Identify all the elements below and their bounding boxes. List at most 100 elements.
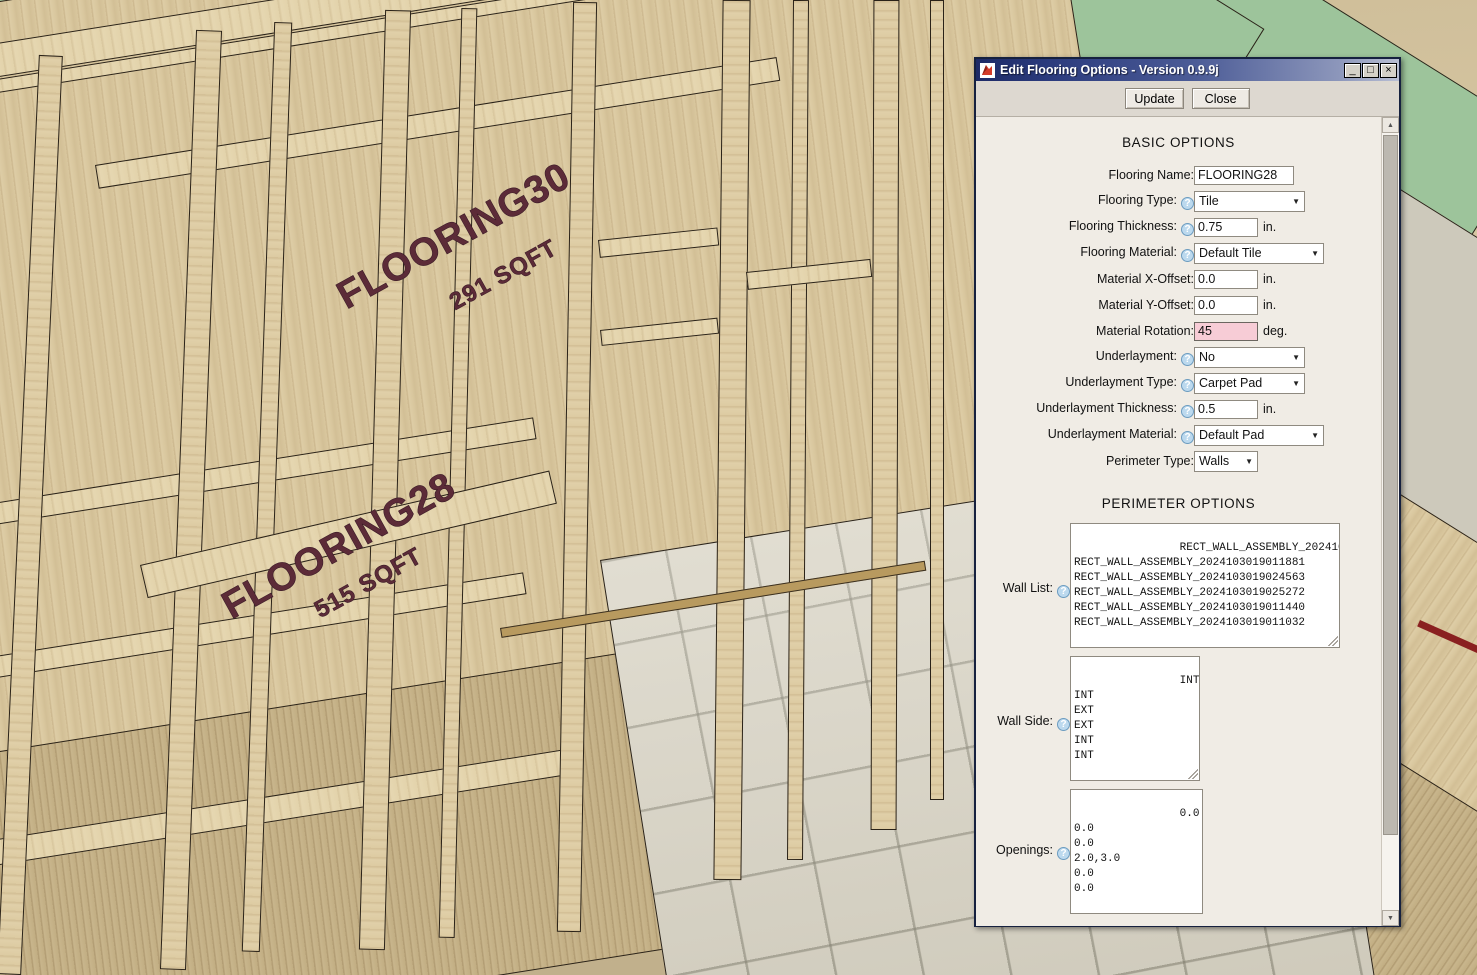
underlayment-material-label: Underlayment Material: <box>1047 426 1177 441</box>
wall-side-textarea[interactable]: INT INT EXT EXT INT INT <box>1070 656 1200 781</box>
perimeter-options-heading: PERIMETER OPTIONS <box>1101 496 1256 511</box>
help-icon[interactable]: ? <box>1181 196 1194 210</box>
help-icon[interactable]: ? <box>1057 718 1070 731</box>
field-row-flooring-thickness: Flooring Thickness:? in. <box>976 214 1381 240</box>
dialog-titlebar[interactable]: Edit Flooring Options - Version 0.9.9j _… <box>976 59 1399 81</box>
basic-options-heading: BASIC OPTIONS <box>1122 135 1235 150</box>
chevron-down-icon: ▼ <box>1292 352 1300 362</box>
underlayment-label: Underlayment: <box>1095 348 1177 363</box>
underlayment-type-label: Underlayment Type: <box>1065 374 1177 389</box>
field-row-underlayment-material: Underlayment Material:? Default Pad ▼ <box>976 422 1381 448</box>
chevron-down-icon: ▼ <box>1292 378 1300 388</box>
perimeter-type-select[interactable]: Walls ▼ <box>1194 450 1258 472</box>
material-y-offset-unit: in. <box>1263 298 1277 312</box>
flooring-type-label: Flooring Type: <box>1098 192 1177 207</box>
underlayment-type-select[interactable]: Carpet Pad ▼ <box>1194 372 1305 394</box>
flooring-thickness-unit: in. <box>1263 220 1277 234</box>
field-row-flooring-name: Flooring Name: <box>976 162 1381 188</box>
underlayment-thickness-label: Underlayment Thickness: <box>1036 400 1177 415</box>
underlayment-thickness-input[interactable] <box>1194 399 1258 419</box>
close-icon[interactable]: × <box>1380 62 1397 78</box>
perimeter-type-value: Walls <box>1199 454 1230 468</box>
perimeter-type-label: Perimeter Type: <box>1105 454 1194 468</box>
wall-side-label: Wall Side: <box>997 714 1053 728</box>
basic-options-table: Flooring Name: Flooring Type:? Tile <box>976 162 1381 474</box>
material-rotation-input[interactable] <box>1194 321 1258 341</box>
flooring-thickness-label: Flooring Thickness: <box>1068 218 1177 233</box>
chevron-down-icon: ▼ <box>1311 430 1319 440</box>
sketchup-icon <box>980 62 995 78</box>
field-row-openings: Openings:? 0.0 0.0 0.0 2.0,3.0 0.0 0.0 <box>976 789 1381 914</box>
dialog-vertical-scrollbar[interactable]: ▲ ▼ <box>1381 117 1399 926</box>
help-icon[interactable]: ? <box>1181 352 1194 366</box>
flooring-material-select[interactable]: Default Tile ▼ <box>1194 242 1324 264</box>
field-row-perimeter-type: Perimeter Type: Walls ▼ <box>976 448 1381 474</box>
scrollbar-track[interactable] <box>1382 133 1399 910</box>
flooring-name-label: Flooring Name: <box>1108 168 1194 182</box>
field-row-flooring-type: Flooring Type:? Tile ▼ <box>976 188 1381 214</box>
material-rotation-unit: deg. <box>1263 324 1288 338</box>
window-controls[interactable]: _ □ × <box>1344 62 1397 78</box>
material-y-offset-input[interactable] <box>1194 295 1258 315</box>
material-y-offset-label: Material Y-Offset: <box>1098 298 1194 312</box>
help-icon[interactable]: ? <box>1181 222 1194 236</box>
underlayment-material-value: Default Pad <box>1199 428 1265 442</box>
close-button[interactable]: Close <box>1191 88 1250 109</box>
dialog-body: BASIC OPTIONS Flooring Name: Flooring Ty… <box>976 117 1399 926</box>
field-row-material-x-offset: Material X-Offset: in. <box>976 266 1381 292</box>
wall-stud <box>870 0 900 831</box>
scrollbar-thumb[interactable] <box>1383 135 1398 835</box>
openings-textarea[interactable]: 0.0 0.0 0.0 2.0,3.0 0.0 0.0 <box>1070 789 1203 914</box>
field-row-underlayment-type: Underlayment Type:? Carpet Pad ▼ <box>976 370 1381 396</box>
help-icon[interactable]: ? <box>1057 585 1070 598</box>
underlayment-value: No <box>1199 350 1215 364</box>
update-button[interactable]: Update <box>1125 88 1184 109</box>
field-row-wall-side: Wall Side:? INT INT EXT EXT INT INT <box>976 656 1381 789</box>
resize-grip-icon[interactable] <box>1188 769 1198 779</box>
material-x-offset-label: Material X-Offset: <box>1096 272 1194 286</box>
wall-list-value: RECT_WALL_ASSEMBLY_2024103019012436 RECT… <box>1074 542 1339 629</box>
edit-flooring-options-dialog[interactable]: Edit Flooring Options - Version 0.9.9j _… <box>974 57 1401 927</box>
scroll-up-icon[interactable]: ▲ <box>1382 117 1399 133</box>
dialog-toolbar: Update Close <box>976 81 1399 117</box>
openings-value: 0.0 0.0 0.0 2.0,3.0 0.0 0.0 <box>1074 808 1200 895</box>
wall-side-value: INT INT EXT EXT INT INT <box>1074 675 1200 762</box>
help-icon[interactable]: ? <box>1181 430 1194 444</box>
flooring-name-input[interactable] <box>1194 165 1294 185</box>
field-row-wall-list: Wall List:? RECT_WALL_ASSEMBLY_202410301… <box>976 523 1381 656</box>
underlayment-type-value: Carpet Pad <box>1199 376 1263 390</box>
field-row-material-rotation: Material Rotation: deg. <box>976 318 1381 344</box>
help-icon[interactable]: ? <box>1181 378 1194 392</box>
maximize-icon[interactable]: □ <box>1362 62 1379 78</box>
perimeter-options-table: Wall List:? RECT_WALL_ASSEMBLY_202410301… <box>976 523 1381 914</box>
material-x-offset-input[interactable] <box>1194 269 1258 289</box>
screen: FLOORING30 291 SQFT FLOORING28 515 SQFT … <box>0 0 1477 975</box>
minimize-icon[interactable]: _ <box>1344 62 1361 78</box>
material-x-offset-unit: in. <box>1263 272 1277 286</box>
chevron-down-icon: ▼ <box>1245 456 1253 466</box>
help-icon[interactable]: ? <box>1181 404 1194 418</box>
material-rotation-label: Material Rotation: <box>1096 324 1194 338</box>
scroll-down-icon[interactable]: ▼ <box>1382 910 1399 926</box>
resize-grip-icon[interactable] <box>1328 636 1338 646</box>
flooring-material-value: Default Tile <box>1199 246 1262 260</box>
underlayment-material-select[interactable]: Default Pad ▼ <box>1194 424 1324 446</box>
wall-list-label: Wall List: <box>1002 581 1053 595</box>
field-row-underlayment: Underlayment:? No ▼ <box>976 344 1381 370</box>
dialog-title: Edit Flooring Options - Version 0.9.9j <box>1000 63 1219 77</box>
underlayment-select[interactable]: No ▼ <box>1194 346 1305 368</box>
help-icon[interactable]: ? <box>1181 248 1194 262</box>
field-row-flooring-material: Flooring Material:? Default Tile ▼ <box>976 240 1381 266</box>
underlayment-thickness-unit: in. <box>1263 402 1277 416</box>
flooring-thickness-input[interactable] <box>1194 217 1258 237</box>
chevron-down-icon: ▼ <box>1311 248 1319 258</box>
flooring-type-select[interactable]: Tile ▼ <box>1194 190 1305 212</box>
chevron-down-icon: ▼ <box>1292 196 1300 206</box>
flooring-type-value: Tile <box>1199 194 1219 208</box>
options-form: BASIC OPTIONS Flooring Name: Flooring Ty… <box>976 117 1381 926</box>
help-icon[interactable]: ? <box>1057 847 1070 860</box>
openings-label: Openings: <box>996 843 1053 857</box>
field-row-material-y-offset: Material Y-Offset: in. <box>976 292 1381 318</box>
wall-list-textarea[interactable]: RECT_WALL_ASSEMBLY_2024103019012436 RECT… <box>1070 523 1340 648</box>
field-row-underlayment-thickness: Underlayment Thickness:? in. <box>976 396 1381 422</box>
